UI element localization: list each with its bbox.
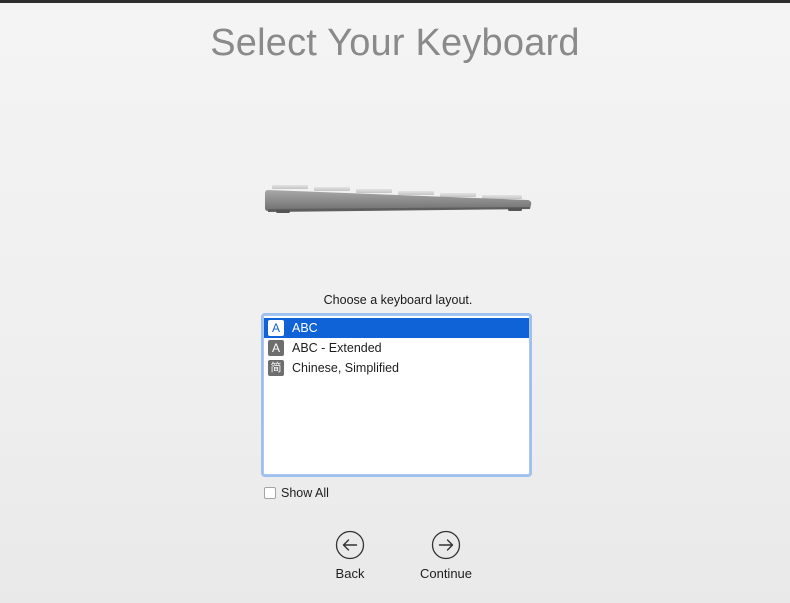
list-item-abc[interactable]: A ABC: [264, 318, 529, 338]
back-button[interactable]: Back: [305, 530, 395, 581]
show-all-checkbox[interactable]: [264, 487, 276, 499]
arrow-right-icon: [431, 530, 461, 560]
keyboard-illustration: [265, 185, 532, 213]
list-item-label: ABC - Extended: [292, 341, 382, 355]
letter-a-icon: A: [268, 320, 284, 336]
list-item-chinese-simplified[interactable]: 简 Chinese, Simplified: [264, 358, 529, 378]
list-item-label: Chinese, Simplified: [292, 361, 399, 375]
show-all-label: Show All: [281, 486, 329, 500]
letter-a-icon: A: [268, 340, 284, 356]
window-top-edge: [0, 0, 790, 3]
continue-label: Continue: [419, 566, 473, 581]
back-label: Back: [335, 566, 365, 581]
continue-button[interactable]: Continue: [401, 530, 491, 581]
chinese-simplified-icon: 简: [268, 360, 284, 376]
show-all-option[interactable]: Show All: [264, 486, 329, 500]
layout-prompt: Choose a keyboard layout.: [323, 293, 473, 307]
list-item-abc-extended[interactable]: A ABC - Extended: [264, 338, 529, 358]
keyboard-layout-list[interactable]: A ABC A ABC - Extended 简 Chinese, Simpli…: [263, 315, 530, 475]
page-title: Select Your Keyboard: [210, 22, 580, 64]
list-item-label: ABC: [292, 321, 318, 335]
arrow-left-icon: [335, 530, 365, 560]
